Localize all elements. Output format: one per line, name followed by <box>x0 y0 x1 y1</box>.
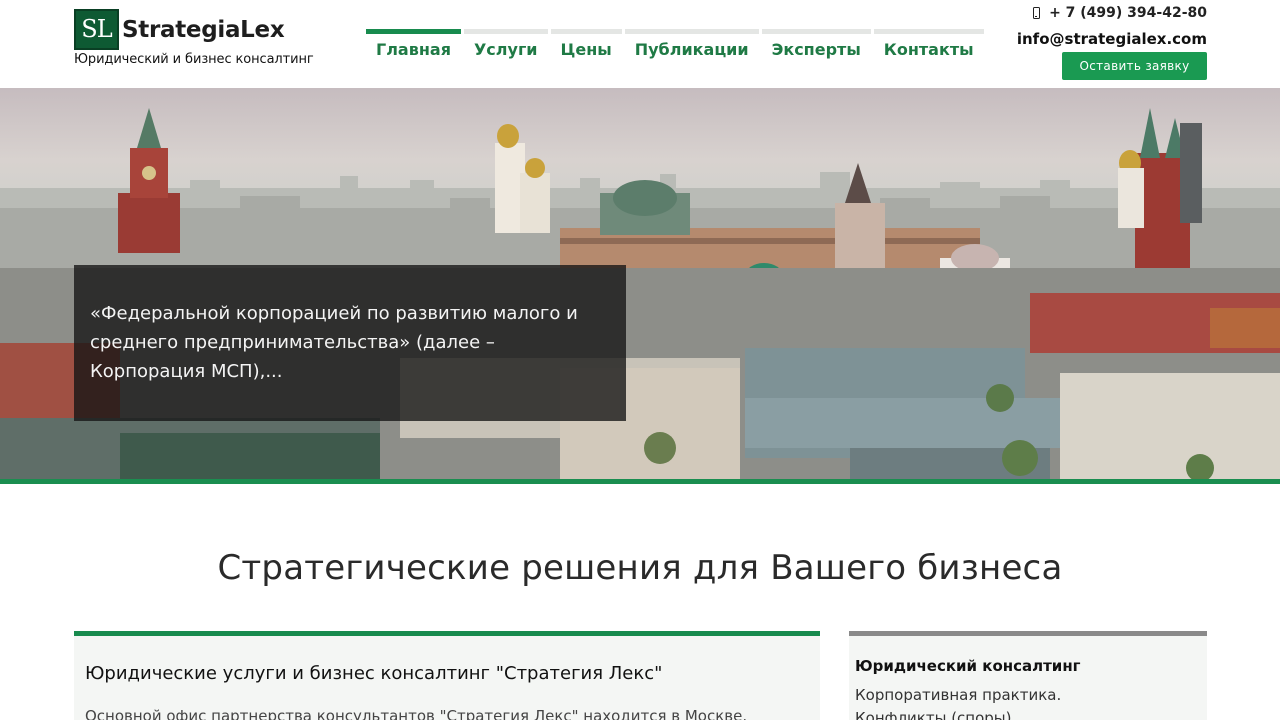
about-card-title: Юридические услуги и бизнес консалтинг "… <box>85 663 663 684</box>
hero-divider <box>0 479 1280 484</box>
services-list-item[interactable]: Корпоративная практика. <box>855 684 1201 707</box>
site-header: SL StrategiaLex Юридический и бизнес кон… <box>0 0 1280 88</box>
about-card-text: Основной офис партнерства консультантов … <box>85 707 748 720</box>
logo-mark: SL <box>74 9 119 50</box>
hero-quote-box[interactable]: «Федеральной корпорацией по развитию мал… <box>74 265 626 421</box>
request-button[interactable]: Оставить заявку <box>1062 52 1207 80</box>
nav-item-home[interactable]: Главная <box>366 29 461 65</box>
nav-item-prices[interactable]: Цены <box>550 29 622 65</box>
services-list: Корпоративная практика. Конфликты (споры… <box>855 684 1201 720</box>
site-logo[interactable]: SL StrategiaLex Юридический и бизнес кон… <box>74 9 314 67</box>
about-card: Юридические услуги и бизнес консалтинг "… <box>74 631 820 720</box>
nav-item-contacts[interactable]: Контакты <box>873 29 984 65</box>
services-list-item[interactable]: Конфликты (споры). <box>855 707 1201 720</box>
logo-tagline: Юридический и бизнес консалтинг <box>74 52 314 67</box>
email-link[interactable]: info@strategialex.com <box>1017 30 1207 48</box>
hero-quote-text: «Федеральной корпорацией по развитию мал… <box>90 303 578 382</box>
nav-item-publications[interactable]: Публикации <box>624 29 759 65</box>
nav-item-experts[interactable]: Эксперты <box>761 29 871 65</box>
header-contacts: + 7 (499) 394-42-80 info@strategialex.co… <box>1017 5 1207 80</box>
hero-banner: «Федеральной корпорацией по развитию мал… <box>0 88 1280 481</box>
phone-row[interactable]: + 7 (499) 394-42-80 <box>1017 5 1207 21</box>
main-nav: Главная Услуги Цены Публикации Эксперты … <box>366 29 987 65</box>
phone-number: + 7 (499) 394-42-80 <box>1049 5 1207 21</box>
services-card-title[interactable]: Юридический консалтинг <box>855 657 1201 675</box>
main-heading: Стратегические решения для Вашего бизнес… <box>217 548 1063 588</box>
phone-icon <box>1033 7 1041 19</box>
logo-name: StrategiaLex <box>122 16 285 43</box>
nav-item-services[interactable]: Услуги <box>463 29 548 65</box>
services-card: Юридический консалтинг Корпоративная пра… <box>849 631 1207 720</box>
